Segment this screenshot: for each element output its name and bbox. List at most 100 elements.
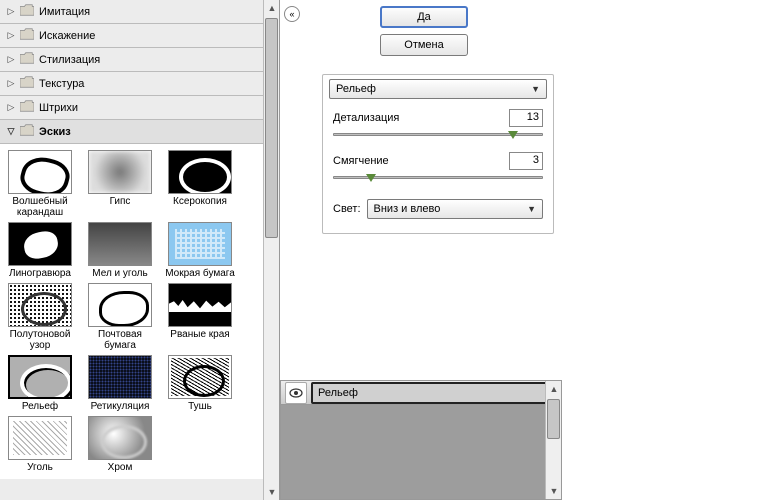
filter-select-value: Рельеф: [336, 83, 376, 95]
light-direction-select[interactable]: Вниз и влево ▼: [367, 199, 543, 219]
folder-row[interactable]: ▷ Имитация: [0, 0, 279, 24]
folder-label: Текстура: [39, 78, 84, 90]
thumbnail-preview: [168, 283, 232, 327]
thumbnail-preview: [88, 150, 152, 194]
folder-label: Имитация: [39, 6, 90, 18]
filter-options-group: Рельеф ▼ Детализация 13 Смягчение 3: [322, 74, 554, 234]
eye-icon: [289, 388, 303, 398]
categories-scrollbar-thumb[interactable]: [265, 18, 278, 238]
folder-icon: [20, 124, 39, 139]
thumbnail-preview: [88, 355, 152, 399]
layer-name[interactable]: Рельеф: [311, 382, 557, 404]
filter-thumbnail[interactable]: Ксерокопия: [164, 150, 236, 218]
layer-visibility-toggle[interactable]: [285, 382, 307, 404]
smooth-slider-row: Смягчение 3: [323, 146, 553, 189]
smooth-slider[interactable]: [333, 176, 543, 179]
folder-icon: [20, 52, 39, 67]
cancel-button[interactable]: Отмена: [380, 34, 468, 56]
smooth-value-input[interactable]: 3: [509, 152, 543, 170]
smooth-slider-thumb[interactable]: [366, 174, 376, 182]
thumbnail-label: Хром: [108, 462, 133, 473]
thumbnail-label: Рельеф: [22, 401, 58, 412]
filter-settings-panel: « Да Отмена Рельеф ▼ Детализация 13: [280, 0, 760, 500]
thumbnail-preview: [168, 150, 232, 194]
detail-slider-row: Детализация 13: [323, 103, 553, 146]
detail-value-input[interactable]: 13: [509, 109, 543, 127]
triangle-right-icon: ▷: [6, 55, 16, 65]
thumbnail-label: Ретикуляция: [91, 401, 150, 412]
filter-thumbnail[interactable]: Волшебный карандаш: [4, 150, 76, 218]
light-label: Свет:: [333, 203, 361, 215]
folder-row[interactable]: ▽ Эскиз: [0, 120, 279, 144]
filter-thumbnail[interactable]: Гипс: [84, 150, 156, 218]
detail-slider-thumb[interactable]: [508, 131, 518, 139]
triangle-right-icon: ▷: [6, 79, 16, 89]
scroll-down-icon[interactable]: ▼: [546, 483, 562, 499]
thumbnail-preview: [88, 283, 152, 327]
thumbnail-label: Ксерокопия: [173, 196, 227, 207]
categories-scrollbar[interactable]: ▲▼: [263, 0, 279, 500]
triangle-right-icon: ▷: [6, 31, 16, 41]
smooth-label: Смягчение: [333, 155, 389, 167]
folder-row[interactable]: ▷ Стилизация: [0, 48, 279, 72]
filter-thumbnail[interactable]: Линогравюра: [4, 222, 76, 279]
folder-icon: [20, 4, 39, 19]
filter-thumbnail[interactable]: Полутоновой узор: [4, 283, 76, 351]
folder-label: Стилизация: [39, 54, 100, 66]
triangle-right-icon: ▷: [6, 7, 16, 17]
folder-label: Искажение: [39, 30, 95, 42]
thumbnail-label: Волшебный карандаш: [4, 196, 76, 218]
folder-row[interactable]: ▷ Искажение: [0, 24, 279, 48]
thumbnail-preview: [168, 222, 232, 266]
thumbnail-label: Тушь: [188, 401, 212, 412]
triangle-right-icon: ▷: [6, 103, 16, 113]
thumbnail-label: Гипс: [110, 196, 131, 207]
detail-slider[interactable]: [333, 133, 543, 136]
filter-layers-panel: Рельеф ▲ ▼: [280, 380, 562, 500]
light-select-value: Вниз и влево: [374, 203, 441, 215]
thumbnail-preview: [8, 222, 72, 266]
folder-label: Эскиз: [39, 126, 71, 138]
filter-categories-panel: ▷Имитация▷Искажение▷Стилизация▷Текстура▷…: [0, 0, 280, 500]
thumbnail-preview: [88, 222, 152, 266]
ok-button[interactable]: Да: [380, 6, 468, 28]
filter-thumbnail[interactable]: Тушь: [164, 355, 236, 412]
scroll-down-icon[interactable]: ▼: [264, 484, 280, 500]
collapse-panel-button[interactable]: «: [284, 6, 300, 22]
thumbnail-label: Уголь: [27, 462, 53, 473]
thumbnail-label: Полутоновой узор: [4, 329, 76, 351]
thumbnail-label: Почтовая бумага: [84, 329, 156, 351]
layers-scrollbar-thumb[interactable]: [547, 399, 560, 439]
folder-label: Штрихи: [39, 102, 78, 114]
thumbnail-label: Рваные края: [170, 329, 229, 340]
folder-icon: [20, 76, 39, 91]
layers-body: [281, 405, 561, 499]
filter-thumbnail[interactable]: Рваные края: [164, 283, 236, 351]
thumbnail-preview: [8, 355, 72, 399]
filter-thumbnail[interactable]: Уголь: [4, 416, 76, 473]
filter-thumbnail[interactable]: Почтовая бумага: [84, 283, 156, 351]
filter-thumbnail[interactable]: Мел и уголь: [84, 222, 156, 279]
layers-scrollbar[interactable]: ▲ ▼: [545, 381, 561, 499]
filter-thumbnail[interactable]: Ретикуляция: [84, 355, 156, 412]
folder-row[interactable]: ▷ Штрихи: [0, 96, 279, 120]
scroll-up-icon[interactable]: ▲: [264, 0, 280, 16]
thumbnail-label: Мокрая бумага: [165, 268, 235, 279]
detail-label: Детализация: [333, 112, 399, 124]
folder-icon: [20, 28, 39, 43]
chevron-down-icon: ▼: [531, 84, 540, 94]
scroll-up-icon[interactable]: ▲: [546, 381, 562, 397]
thumbnail-preview: [8, 416, 72, 460]
thumbnail-preview: [168, 355, 232, 399]
filter-thumbnail[interactable]: Рельеф: [4, 355, 76, 412]
filter-select[interactable]: Рельеф ▼: [329, 79, 547, 99]
filter-thumbnail[interactable]: Мокрая бумага: [164, 222, 236, 279]
thumbnail-preview: [8, 283, 72, 327]
triangle-down-icon: ▽: [6, 127, 16, 137]
light-direction-row: Свет: Вниз и влево ▼: [323, 189, 553, 233]
filter-thumbnail[interactable]: Хром: [84, 416, 156, 473]
folder-row[interactable]: ▷ Текстура: [0, 72, 279, 96]
thumbnail-preview: [8, 150, 72, 194]
thumbnail-preview: [88, 416, 152, 460]
thumbnail-label: Линогравюра: [9, 268, 71, 279]
